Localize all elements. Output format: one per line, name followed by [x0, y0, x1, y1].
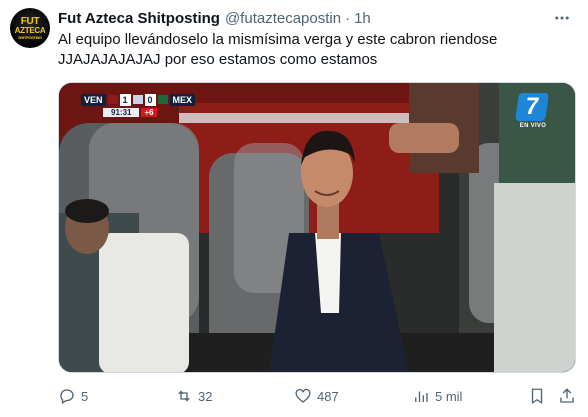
repost-count: 32: [198, 388, 213, 404]
timestamp[interactable]: 1h: [354, 10, 371, 27]
clock-time: 91:31: [103, 108, 140, 117]
avatar-logo: FUT AZTECA SHITPOSTING: [14, 15, 46, 40]
avatar-logo-line-2: AZTECA: [14, 25, 46, 35]
views-button[interactable]: 5 mil: [412, 386, 462, 406]
more-icon[interactable]: [550, 6, 574, 30]
like-button[interactable]: 487: [294, 386, 339, 406]
avatar[interactable]: FUT AZTECA SHITPOSTING: [10, 8, 50, 48]
away-team: MEX: [169, 93, 196, 106]
reply-button[interactable]: 5: [58, 386, 88, 406]
channel-number: 7: [515, 93, 549, 121]
share-icon: [560, 388, 574, 403]
reply-count: 5: [81, 388, 89, 404]
avatar-logo-line-1: FUT: [20, 15, 40, 27]
tweet-header: Fut Azteca Shitposting @futaztecapostin …: [58, 9, 371, 27]
league-logo-icon: [132, 95, 143, 104]
home-score: 1: [119, 93, 131, 106]
views-icon: [415, 391, 428, 402]
live-label: EN VIVO: [519, 123, 547, 129]
away-flag-icon: [157, 95, 168, 104]
display-name[interactable]: Fut Azteca Shitposting: [58, 10, 220, 27]
heart-icon: [295, 388, 311, 403]
bookmark-icon: [531, 388, 543, 405]
scoreboard: VEN 1 0 MEX: [81, 93, 196, 106]
repost-icon: [178, 390, 190, 402]
home-flag-icon: [107, 95, 118, 104]
repost-button[interactable]: 32: [175, 386, 212, 406]
share-button[interactable]: [558, 386, 576, 406]
tweet-actions: 5 32 487 5 mil: [58, 386, 576, 406]
avatar-logo-line-3: SHITPOSTING: [18, 34, 42, 40]
tweet-media[interactable]: VEN 1 0 MEX 91:31 +6 7 EN VIVO: [58, 82, 576, 373]
separator-dot: ·: [345, 9, 351, 27]
user-handle[interactable]: @futaztecapostin: [225, 10, 341, 27]
home-team: VEN: [81, 93, 106, 106]
added-time: +6: [141, 108, 157, 117]
away-score: 0: [144, 93, 156, 106]
video-frame: [59, 83, 575, 372]
bookmark-button[interactable]: [528, 386, 546, 406]
views-count: 5 mil: [435, 388, 463, 404]
channel-logo: 7 EN VIVO: [515, 93, 549, 133]
tweet-text: Al equipo llevándoselo la mismísima verg…: [58, 31, 498, 68]
reply-icon: [60, 389, 74, 404]
match-clock: 91:31 +6: [103, 107, 157, 118]
like-count: 487: [317, 388, 339, 404]
